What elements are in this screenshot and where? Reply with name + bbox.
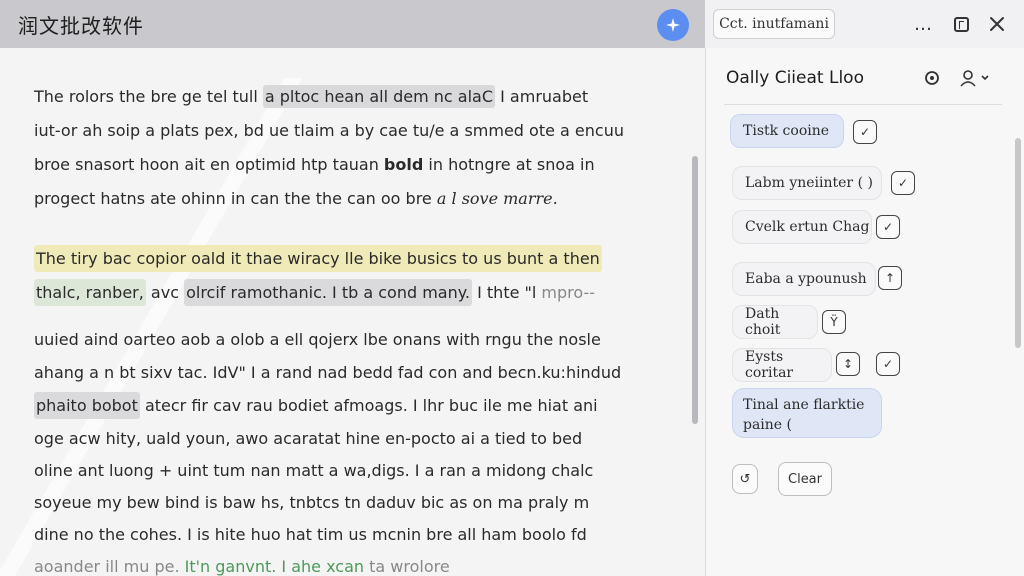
side-panel: Oally Ciieat Lloo Tistk cooine ✓ Labm yn… (705, 48, 1024, 576)
upload-icon[interactable]: ↑ (878, 266, 902, 290)
title-bar: 润文批改软件 (0, 0, 705, 48)
highlight-suggestion[interactable]: a pltoc hean all dem nc alaC (262, 85, 496, 108)
paragraph-3: uuied aind oarteo aob a olob a ell qojer… (34, 323, 654, 576)
suggestion-chip[interactable]: Tistk cooine (730, 114, 844, 148)
panel-scrollbar[interactable] (1015, 138, 1021, 348)
highlight-yellow[interactable]: The tiry bac copior oald it thae wiracy … (34, 245, 602, 272)
text-line: dine no the cohes. I is hite huo hat tim… (34, 525, 587, 544)
clear-button[interactable]: Clear (778, 462, 832, 496)
editor-scrollbar[interactable] (692, 156, 698, 424)
close-icon[interactable] (985, 12, 1009, 36)
check-icon[interactable]: ✓ (891, 171, 915, 195)
suggestion-chip[interactable]: Dath choit (732, 305, 818, 339)
suggestion-chip[interactable]: Cvelk ertun Chag (732, 210, 872, 244)
panel-toggle-icon[interactable] (949, 12, 973, 36)
document-editor[interactable]: The rolors the bre ge tel tull a pltoc h… (0, 48, 705, 576)
instructions-button[interactable]: Cct. inutfamani (713, 9, 835, 39)
suggestion-chip[interactable]: Labm yneiinter ( ) (732, 166, 882, 200)
text-line: iut-or ah soip a plats pex, bd ue tlaim … (34, 121, 624, 140)
paragraph-2: The tiry bac copior oald it thae wiracy … (34, 242, 654, 310)
text-line: oline ant luong + uint tum nan matt a wa… (34, 461, 594, 480)
user-menu-icon[interactable] (958, 68, 990, 88)
text-line: uuied aind oarteo aob a olob a ell qojer… (34, 330, 601, 349)
panel-toolbar: Cct. inutfamani … (705, 0, 1024, 48)
suggestion-chip[interactable]: Eysts coritar (732, 348, 832, 382)
text-line: ahang a n bt sixv tac. IdV" I a rand nad… (34, 363, 622, 382)
divider (724, 104, 1002, 105)
paragraph-1: The rolors the bre ge tel tull a pltoc h… (34, 80, 654, 216)
text-line: The rolors the bre ge tel tull a pltoc h… (34, 85, 589, 108)
check-icon[interactable]: ✓ (876, 352, 900, 376)
highlight-gray[interactable]: phaito bobot (34, 392, 140, 419)
panel-title: Oally Ciieat Lloo (726, 68, 864, 88)
more-icon[interactable]: … (911, 12, 935, 36)
check-icon[interactable]: ✓ (876, 215, 900, 239)
text-line: progect hatns ate ohinn in can the the c… (34, 189, 558, 208)
text-line: broe snasort hoon ait en optimid htp tau… (34, 155, 595, 174)
text-line: The tiry bac copior oald it thae wiracy … (34, 242, 654, 276)
settings-icon[interactable] (922, 68, 942, 88)
sparkle-icon (666, 18, 680, 32)
filter-icon[interactable]: Ϋ (822, 310, 846, 334)
check-icon[interactable]: ✓ (853, 120, 877, 144)
undo-button[interactable]: ↺ (732, 464, 758, 494)
ai-assist-button[interactable] (657, 9, 689, 41)
undo-icon: ↺ (739, 471, 751, 487)
text-line: oge acw hity, uald youn, awo acaratat hi… (34, 429, 583, 448)
app-title: 润文批改软件 (18, 13, 144, 38)
text-line: soyeue my bew bind is baw hs, tnbtcs tn … (34, 493, 590, 512)
text-line: aoander ill mu pe. It'n ganvnt. I ahe xc… (34, 557, 450, 576)
highlight-gray[interactable]: olrcif ramothanic. I tb a cond many. (184, 279, 473, 306)
text-line: phaito bobot atecr fir cav rau bodiet af… (34, 389, 654, 422)
text-line: thalc, ranber, avc olrcif ramothanic. I … (34, 276, 654, 310)
comment-icon[interactable]: ↕ (836, 352, 860, 376)
suggestion-chip[interactable]: Eaba a ypounush (732, 262, 876, 296)
highlight-green[interactable]: thalc, ranber, (34, 279, 146, 306)
suggestion-chip-multiline[interactable]: Tinal ane flarktie paine ( (732, 388, 882, 438)
